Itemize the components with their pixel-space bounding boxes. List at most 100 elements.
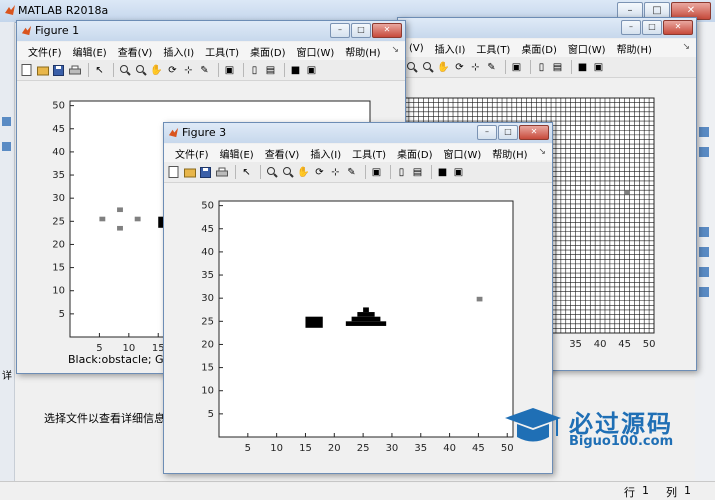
zoom-out-icon[interactable] bbox=[134, 64, 147, 77]
menu-file[interactable]: 文件(F) bbox=[175, 146, 209, 161]
menu-tools[interactable]: 工具(T) bbox=[205, 44, 239, 59]
show-icon[interactable]: ▣ bbox=[592, 61, 605, 74]
y-tick-label: 20 bbox=[201, 339, 214, 350]
maximize-button[interactable]: □ bbox=[642, 20, 662, 35]
save-icon[interactable] bbox=[199, 166, 212, 179]
pointer-icon[interactable]: ↖ bbox=[240, 166, 253, 179]
x-tick-label: 25 bbox=[357, 443, 370, 454]
menu-desktop[interactable]: 桌面(D) bbox=[397, 146, 433, 161]
link-icon[interactable]: ▣ bbox=[510, 61, 523, 74]
rotate-icon[interactable]: ⟳ bbox=[166, 64, 179, 77]
pan-icon[interactable]: ✋ bbox=[150, 64, 163, 77]
zoom-in-icon[interactable] bbox=[265, 166, 278, 179]
menu-edit[interactable]: 编辑(E) bbox=[220, 146, 254, 161]
panel-icon[interactable] bbox=[2, 142, 11, 151]
new-icon[interactable] bbox=[20, 64, 33, 77]
close-button[interactable]: ✕ bbox=[372, 23, 402, 38]
hide-icon[interactable]: ■ bbox=[289, 64, 302, 77]
menu-desktop[interactable]: 桌面(D) bbox=[250, 44, 286, 59]
help-icon[interactable] bbox=[699, 127, 709, 137]
toolbar-separator bbox=[571, 60, 572, 74]
close-button[interactable]: ✕ bbox=[663, 20, 693, 35]
zoom-out-icon[interactable] bbox=[421, 61, 434, 74]
panel-icon[interactable] bbox=[699, 287, 709, 297]
menu-edit[interactable]: 编辑(E) bbox=[73, 44, 107, 59]
menu-dock-icon[interactable]: ↘ bbox=[538, 147, 546, 157]
y-tick-label: 10 bbox=[52, 286, 65, 297]
menu-desktop[interactable]: 桌面(D) bbox=[521, 41, 557, 56]
colorbar-icon[interactable]: ▯ bbox=[248, 64, 261, 77]
pan-icon[interactable]: ✋ bbox=[297, 166, 310, 179]
menu-dock-icon[interactable]: ↘ bbox=[391, 45, 399, 55]
open-icon[interactable] bbox=[183, 166, 196, 179]
pan-icon[interactable]: ✋ bbox=[437, 61, 450, 74]
toolbar-separator bbox=[218, 63, 219, 77]
maximize-button[interactable]: □ bbox=[498, 125, 518, 140]
colorbar-icon[interactable]: ▯ bbox=[395, 166, 408, 179]
panel-icon[interactable] bbox=[699, 147, 709, 157]
x-tick-label: 45 bbox=[472, 443, 485, 454]
zoom-in-icon[interactable] bbox=[405, 61, 418, 74]
toolbar-separator bbox=[505, 60, 506, 74]
status-bar: 行 1 列 1 bbox=[0, 481, 715, 500]
menu-window[interactable]: 窗口(W) bbox=[568, 41, 606, 56]
panel-icon[interactable] bbox=[699, 227, 709, 237]
brush-icon[interactable]: ✎ bbox=[485, 61, 498, 74]
menu-help[interactable]: 帮助(H) bbox=[617, 41, 652, 56]
datatip-icon[interactable]: ⊹ bbox=[329, 166, 342, 179]
brush-icon[interactable]: ✎ bbox=[198, 64, 211, 77]
menu-window[interactable]: 窗口(W) bbox=[444, 146, 482, 161]
link-icon[interactable]: ▣ bbox=[370, 166, 383, 179]
menu-tools[interactable]: 工具(T) bbox=[476, 41, 510, 56]
gray-point bbox=[624, 190, 630, 195]
menu-help[interactable]: 帮助(H) bbox=[492, 146, 527, 161]
print-icon[interactable] bbox=[215, 166, 228, 179]
close-button[interactable]: ✕ bbox=[519, 125, 549, 140]
x-tick-label: 45 bbox=[618, 339, 631, 350]
menu-help[interactable]: 帮助(H) bbox=[345, 44, 380, 59]
minimize-button[interactable]: – bbox=[477, 125, 497, 140]
menu-insert[interactable]: 插入(I) bbox=[435, 41, 466, 56]
hide-icon[interactable]: ■ bbox=[436, 166, 449, 179]
zoom-in-icon[interactable] bbox=[118, 64, 131, 77]
panel-icon[interactable] bbox=[2, 117, 11, 126]
open-icon[interactable] bbox=[36, 64, 49, 77]
menu-window[interactable]: 窗口(W) bbox=[297, 44, 335, 59]
colorbar-icon[interactable]: ▯ bbox=[535, 61, 548, 74]
panel-icon[interactable] bbox=[699, 247, 709, 257]
legend-icon[interactable]: ▤ bbox=[551, 61, 564, 74]
rotate-icon[interactable]: ⟳ bbox=[453, 61, 466, 74]
link-icon[interactable]: ▣ bbox=[223, 64, 236, 77]
menu-dock-icon[interactable]: ↘ bbox=[682, 42, 690, 52]
menu-view[interactable]: (V) bbox=[409, 43, 424, 54]
show-icon[interactable]: ▣ bbox=[305, 64, 318, 77]
menu-insert[interactable]: 插入(I) bbox=[310, 146, 341, 161]
brush-icon[interactable]: ✎ bbox=[345, 166, 358, 179]
legend-icon[interactable]: ▤ bbox=[411, 166, 424, 179]
pointer-icon[interactable]: ↖ bbox=[93, 64, 106, 77]
new-icon[interactable] bbox=[167, 166, 180, 179]
menu-tools[interactable]: 工具(T) bbox=[352, 146, 386, 161]
menu-view[interactable]: 查看(V) bbox=[265, 146, 300, 161]
save-icon[interactable] bbox=[52, 64, 65, 77]
maximize-button[interactable]: □ bbox=[351, 23, 371, 38]
menu-insert[interactable]: 插入(I) bbox=[163, 44, 194, 59]
figure-1-caption-buttons: – □ ✕ bbox=[329, 23, 402, 38]
menu-file[interactable]: 文件(F) bbox=[28, 44, 62, 59]
datatip-icon[interactable]: ⊹ bbox=[469, 61, 482, 74]
print-icon[interactable] bbox=[68, 64, 81, 77]
menu-view[interactable]: 查看(V) bbox=[118, 44, 153, 59]
datatip-icon[interactable]: ⊹ bbox=[182, 64, 195, 77]
show-icon[interactable]: ▣ bbox=[452, 166, 465, 179]
toolbar-separator bbox=[390, 165, 391, 179]
minimize-button[interactable]: – bbox=[621, 20, 641, 35]
row-value: 1 bbox=[642, 484, 649, 497]
toolbar-separator bbox=[530, 60, 531, 74]
rotate-icon[interactable]: ⟳ bbox=[313, 166, 326, 179]
legend-icon[interactable]: ▤ bbox=[264, 64, 277, 77]
figure-1-title: Figure 1 bbox=[35, 24, 80, 37]
hide-icon[interactable]: ■ bbox=[576, 61, 589, 74]
zoom-out-icon[interactable] bbox=[281, 166, 294, 179]
panel-icon[interactable] bbox=[699, 267, 709, 277]
minimize-button[interactable]: – bbox=[330, 23, 350, 38]
